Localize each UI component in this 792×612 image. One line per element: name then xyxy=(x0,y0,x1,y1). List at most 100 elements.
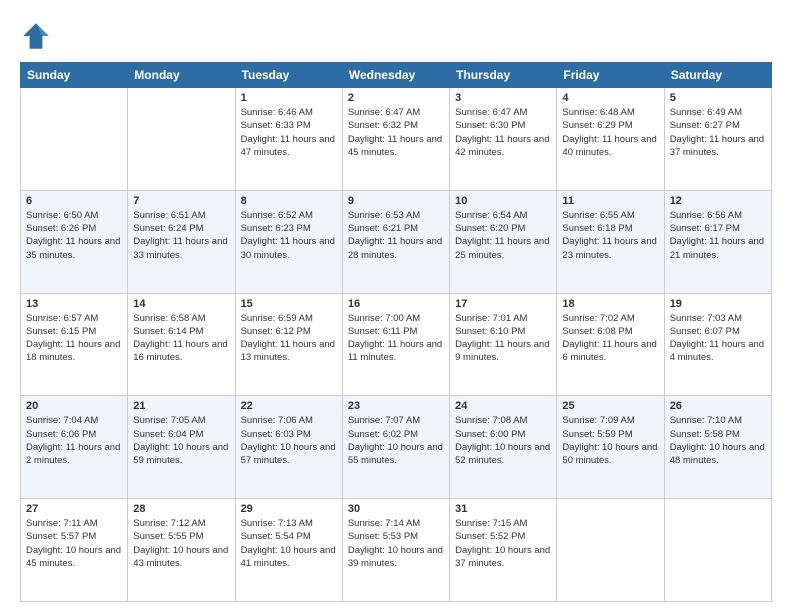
day-info: Sunrise: 6:53 AM Sunset: 6:21 PM Dayligh… xyxy=(348,209,444,262)
calendar-table: SundayMondayTuesdayWednesdayThursdayFrid… xyxy=(20,62,772,602)
day-info: Sunrise: 6:57 AM Sunset: 6:15 PM Dayligh… xyxy=(26,312,122,365)
day-number: 14 xyxy=(133,298,229,310)
day-info: Sunrise: 7:12 AM Sunset: 5:55 PM Dayligh… xyxy=(133,517,229,570)
day-number: 27 xyxy=(26,503,122,515)
day-number: 15 xyxy=(241,298,337,310)
day-number: 21 xyxy=(133,400,229,412)
day-number: 22 xyxy=(241,400,337,412)
calendar-header-row: SundayMondayTuesdayWednesdayThursdayFrid… xyxy=(21,63,772,88)
day-info: Sunrise: 6:55 AM Sunset: 6:18 PM Dayligh… xyxy=(562,209,658,262)
day-number: 13 xyxy=(26,298,122,310)
day-info: Sunrise: 6:46 AM Sunset: 6:33 PM Dayligh… xyxy=(241,106,337,159)
day-info: Sunrise: 6:52 AM Sunset: 6:23 PM Dayligh… xyxy=(241,209,337,262)
calendar-cell: 3Sunrise: 6:47 AM Sunset: 6:30 PM Daylig… xyxy=(450,88,557,191)
day-number: 7 xyxy=(133,195,229,207)
calendar-cell xyxy=(664,499,771,602)
day-number: 10 xyxy=(455,195,551,207)
day-info: Sunrise: 7:13 AM Sunset: 5:54 PM Dayligh… xyxy=(241,517,337,570)
day-number: 26 xyxy=(670,400,766,412)
calendar-cell: 23 Sunrise: 7:07 AM Sunset: 6:02 PM Dayli… xyxy=(342,396,449,499)
day-number: 28 xyxy=(133,503,229,515)
calendar-cell: 21 Sunrise: 7:05 AM Sunset: 6:04 PM Dayli… xyxy=(128,396,235,499)
calendar-header-thursday: Thursday xyxy=(450,63,557,88)
calendar-cell: 24 Sunrise: 7:08 AM Sunset: 6:00 PM Dayli… xyxy=(450,396,557,499)
day-info: Sunrise: 7:03 AM Sunset: 6:07 PM Dayligh… xyxy=(670,312,766,365)
calendar-cell: 6 Sunrise: 6:50 AM Sunset: 6:26 PM Daylig… xyxy=(21,190,128,293)
calendar-cell: 25 Sunrise: 7:09 AM Sunset: 5:59 PM Dayli… xyxy=(557,396,664,499)
calendar-cell: 10Sunrise: 6:54 AM Sunset: 6:20 PM Dayli… xyxy=(450,190,557,293)
day-number: 18 xyxy=(562,298,658,310)
calendar-week-row: 20 Sunrise: 7:04 AM Sunset: 6:06 PM Dayli… xyxy=(21,396,772,499)
calendar-cell: 30Sunrise: 7:14 AM Sunset: 5:53 PM Dayli… xyxy=(342,499,449,602)
day-info: Sunrise: 7:05 AM Sunset: 6:04 PM Dayligh… xyxy=(133,414,229,467)
day-info: Sunrise: 6:48 AM Sunset: 6:29 PM Dayligh… xyxy=(562,106,658,159)
day-number: 25 xyxy=(562,400,658,412)
logo-icon xyxy=(20,20,52,52)
calendar-header-friday: Friday xyxy=(557,63,664,88)
calendar-cell: 28 Sunrise: 7:12 AM Sunset: 5:55 PM Dayli… xyxy=(128,499,235,602)
day-number: 31 xyxy=(455,503,551,515)
calendar-header-tuesday: Tuesday xyxy=(235,63,342,88)
day-number: 5 xyxy=(670,92,766,104)
calendar-cell: 27Sunrise: 7:11 AM Sunset: 5:57 PM Dayli… xyxy=(21,499,128,602)
day-number: 17 xyxy=(455,298,551,310)
calendar-cell: 17 Sunrise: 7:01 AM Sunset: 6:10 PM Dayli… xyxy=(450,293,557,396)
page: SundayMondayTuesdayWednesdayThursdayFrid… xyxy=(0,0,792,612)
calendar-cell: 5Sunrise: 6:49 AM Sunset: 6:27 PM Daylig… xyxy=(664,88,771,191)
calendar-cell xyxy=(128,88,235,191)
day-info: Sunrise: 6:58 AM Sunset: 6:14 PM Dayligh… xyxy=(133,312,229,365)
calendar-cell: 11 Sunrise: 6:55 AM Sunset: 6:18 PM Dayli… xyxy=(557,190,664,293)
day-info: Sunrise: 7:06 AM Sunset: 6:03 PM Dayligh… xyxy=(241,414,337,467)
day-info: Sunrise: 6:47 AM Sunset: 6:30 PM Dayligh… xyxy=(455,106,551,159)
day-info: Sunrise: 6:47 AM Sunset: 6:32 PM Dayligh… xyxy=(348,106,444,159)
calendar-cell: 26 Sunrise: 7:10 AM Sunset: 5:58 PM Dayli… xyxy=(664,396,771,499)
day-number: 1 xyxy=(241,92,337,104)
header xyxy=(20,20,772,52)
calendar-cell: 22 Sunrise: 7:06 AM Sunset: 6:03 PM Dayli… xyxy=(235,396,342,499)
logo xyxy=(20,20,56,52)
calendar-cell: 31 Sunrise: 7:15 AM Sunset: 5:52 PM Dayli… xyxy=(450,499,557,602)
day-info: Sunrise: 7:15 AM Sunset: 5:52 PM Dayligh… xyxy=(455,517,551,570)
calendar-cell: 29 Sunrise: 7:13 AM Sunset: 5:54 PM Dayli… xyxy=(235,499,342,602)
calendar-cell: 4 Sunrise: 6:48 AM Sunset: 6:29 PM Daylig… xyxy=(557,88,664,191)
calendar-cell: 15 Sunrise: 6:59 AM Sunset: 6:12 PM Dayli… xyxy=(235,293,342,396)
day-info: Sunrise: 7:08 AM Sunset: 6:00 PM Dayligh… xyxy=(455,414,551,467)
day-number: 16 xyxy=(348,298,444,310)
day-info: Sunrise: 7:01 AM Sunset: 6:10 PM Dayligh… xyxy=(455,312,551,365)
calendar-week-row: 13 Sunrise: 6:57 AM Sunset: 6:15 PM Dayli… xyxy=(21,293,772,396)
calendar-cell: 2Sunrise: 6:47 AM Sunset: 6:32 PM Daylig… xyxy=(342,88,449,191)
day-info: Sunrise: 7:04 AM Sunset: 6:06 PM Dayligh… xyxy=(26,414,122,467)
calendar-cell: 13 Sunrise: 6:57 AM Sunset: 6:15 PM Dayli… xyxy=(21,293,128,396)
day-info: Sunrise: 6:51 AM Sunset: 6:24 PM Dayligh… xyxy=(133,209,229,262)
calendar-week-row: 6 Sunrise: 6:50 AM Sunset: 6:26 PM Daylig… xyxy=(21,190,772,293)
day-info: Sunrise: 7:07 AM Sunset: 6:02 PM Dayligh… xyxy=(348,414,444,467)
day-number: 23 xyxy=(348,400,444,412)
day-number: 19 xyxy=(670,298,766,310)
calendar-cell xyxy=(21,88,128,191)
day-number: 6 xyxy=(26,195,122,207)
day-info: Sunrise: 6:56 AM Sunset: 6:17 PM Dayligh… xyxy=(670,209,766,262)
calendar-header-saturday: Saturday xyxy=(664,63,771,88)
day-number: 11 xyxy=(562,195,658,207)
day-info: Sunrise: 6:59 AM Sunset: 6:12 PM Dayligh… xyxy=(241,312,337,365)
calendar-cell: 12 Sunrise: 6:56 AM Sunset: 6:17 PM Dayli… xyxy=(664,190,771,293)
day-number: 9 xyxy=(348,195,444,207)
calendar-cell: 9 Sunrise: 6:53 AM Sunset: 6:21 PM Daylig… xyxy=(342,190,449,293)
calendar-header-monday: Monday xyxy=(128,63,235,88)
day-number: 24 xyxy=(455,400,551,412)
calendar-cell xyxy=(557,499,664,602)
day-info: Sunrise: 7:14 AM Sunset: 5:53 PM Dayligh… xyxy=(348,517,444,570)
day-info: Sunrise: 7:10 AM Sunset: 5:58 PM Dayligh… xyxy=(670,414,766,467)
day-info: Sunrise: 6:50 AM Sunset: 6:26 PM Dayligh… xyxy=(26,209,122,262)
day-info: Sunrise: 7:00 AM Sunset: 6:11 PM Dayligh… xyxy=(348,312,444,365)
calendar-header-sunday: Sunday xyxy=(21,63,128,88)
calendar-cell: 18Sunrise: 7:02 AM Sunset: 6:08 PM Dayli… xyxy=(557,293,664,396)
calendar-week-row: 27Sunrise: 7:11 AM Sunset: 5:57 PM Dayli… xyxy=(21,499,772,602)
day-number: 20 xyxy=(26,400,122,412)
day-info: Sunrise: 7:09 AM Sunset: 5:59 PM Dayligh… xyxy=(562,414,658,467)
calendar-cell: 20 Sunrise: 7:04 AM Sunset: 6:06 PM Dayli… xyxy=(21,396,128,499)
day-number: 29 xyxy=(241,503,337,515)
day-number: 4 xyxy=(562,92,658,104)
calendar-cell: 16 Sunrise: 7:00 AM Sunset: 6:11 PM Dayli… xyxy=(342,293,449,396)
day-number: 12 xyxy=(670,195,766,207)
